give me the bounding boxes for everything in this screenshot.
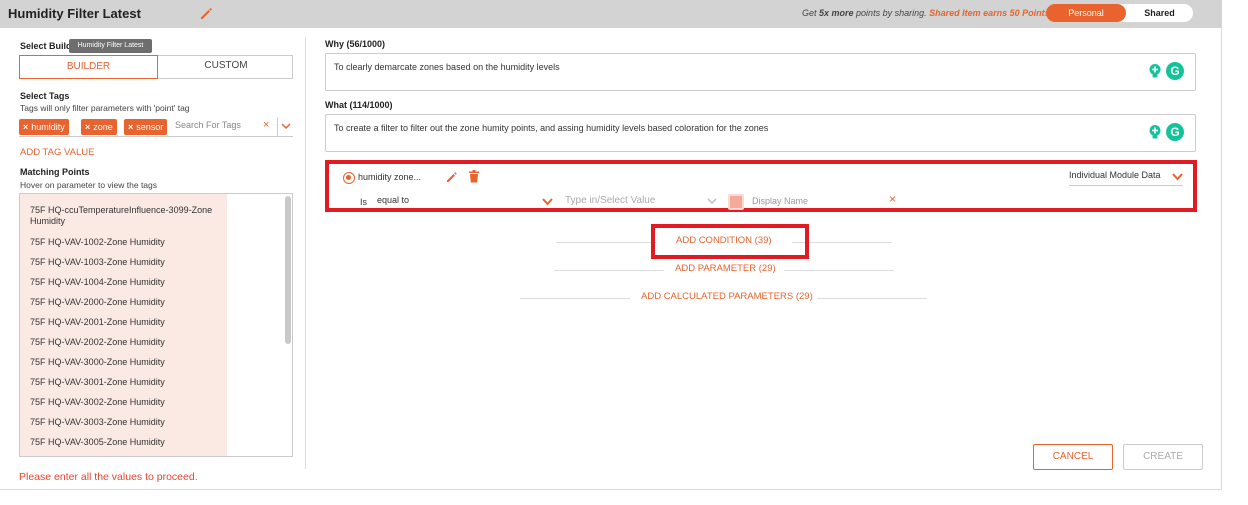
builder-button[interactable]: BUILDER [19, 55, 158, 79]
list-item: 75F HQ-VAV-3002-Zone Humidity [30, 397, 165, 407]
condition-name: humidity zone... [358, 172, 422, 182]
chevron-down-icon [1172, 173, 1183, 181]
title-tooltip: Humidity Filter Latest [69, 39, 152, 53]
tag-chip-zone[interactable]: × zone [81, 119, 117, 135]
grammarly-widget: G [1147, 61, 1187, 81]
edit-title-pencil-icon[interactable] [198, 5, 214, 21]
chevron-down-icon [707, 198, 717, 205]
grammarly-widget: G [1147, 122, 1187, 142]
list-item: 75F HQ-VAV-3001-Zone Humidity [30, 377, 165, 387]
add-parameter-link[interactable]: ADD PARAMETER (29) [675, 263, 776, 274]
points-list-body: 75F HQ-ccuTemperatureInfluence-3099-Zone… [20, 194, 227, 456]
list-item: 75F HQ-VAV-3000-Zone Humidity [30, 357, 165, 367]
grammarly-icon[interactable]: G [1166, 123, 1184, 141]
clear-tags-icon[interactable]: × [263, 119, 269, 131]
operator-select[interactable]: equal to [377, 195, 553, 209]
divider-line [784, 270, 894, 271]
page-title: Humidity Filter Latest [8, 6, 141, 21]
visibility-toggle: Personal Shared [1046, 4, 1193, 22]
condition-radio[interactable] [343, 172, 355, 184]
share-promo-text: Get 5x more points by sharing. Shared It… [802, 8, 1053, 18]
add-calculated-parameters-link[interactable]: ADD CALCULATED PARAMETERS (29) [641, 291, 813, 302]
color-swatch[interactable] [728, 194, 744, 210]
list-item: 75F HQ-VAV-3003-Zone Humidity [30, 417, 165, 427]
create-button[interactable]: CREATE [1123, 444, 1203, 470]
matching-points-list: 75F HQ-ccuTemperatureInfluence-3099-Zone… [19, 193, 293, 457]
list-item: 75F HQ-VAV-1004-Zone Humidity [30, 277, 165, 287]
chevron-down-icon [542, 198, 553, 206]
operator-value: equal to [377, 195, 410, 205]
add-condition-highlight [651, 224, 809, 259]
tag-search-input[interactable]: Search For Tags [175, 120, 241, 130]
display-name-input[interactable]: Display Name [752, 196, 882, 208]
what-textarea[interactable]: To create a filter to filter out the zon… [325, 114, 1196, 152]
list-item: 75F HQ-VAV-3005-Zone Humidity [30, 437, 165, 447]
delete-condition-trash-icon[interactable] [468, 170, 480, 183]
lightbulb-icon[interactable] [1147, 63, 1163, 79]
custom-button[interactable]: CUSTOM [158, 55, 294, 79]
panel-divider [305, 37, 306, 469]
list-item: 75F HQ-VAV-1002-Zone Humidity [30, 237, 165, 247]
header-bar: Humidity Filter Latest Get 5x more point… [0, 0, 1222, 28]
list-item: 75F HQ-ccuTemperatureInfluence-3099-Zone… [30, 205, 213, 226]
what-label: What (114/1000) [325, 100, 393, 110]
lightbulb-icon[interactable] [1147, 124, 1163, 140]
remove-tag-icon[interactable]: × [23, 122, 28, 132]
list-item: 75F HQ-VAV-2002-Zone Humidity [30, 337, 165, 347]
grammarly-icon[interactable]: G [1166, 62, 1184, 80]
tag-chip-sensor[interactable]: × sensor [124, 119, 168, 135]
validation-error: Please enter all the values to proceed. [19, 471, 198, 483]
matching-points-label: Matching Points [20, 167, 90, 177]
condition-card: humidity zone... Individual Module Data … [325, 160, 1197, 212]
divider-line [556, 242, 656, 243]
module-data-select[interactable]: Individual Module Data [1069, 170, 1183, 186]
is-label: Is [360, 197, 368, 207]
tag-dropdown-chevron-icon[interactable] [281, 121, 291, 131]
why-text: To clearly demarcate zones based on the … [334, 62, 560, 72]
points-scrollbar[interactable] [285, 196, 291, 344]
why-textarea[interactable]: To clearly demarcate zones based on the … [325, 53, 1196, 91]
tag-chip-humidity[interactable]: × humidity [19, 119, 69, 135]
tags-hint: Tags will only filter parameters with 'p… [20, 103, 190, 113]
divider-line [554, 270, 664, 271]
remove-tag-icon[interactable]: × [85, 122, 90, 132]
toggle-shared[interactable]: Shared [1126, 4, 1193, 22]
select-tags-label: Select Tags [20, 91, 70, 101]
select-build-label: Select Build [20, 41, 72, 51]
list-item: 75F HQ-VAV-2001-Zone Humidity [30, 317, 165, 327]
edit-condition-pencil-icon[interactable] [446, 171, 458, 183]
tag-selector: × humidity × zone × sensor Search For Tags … [19, 117, 293, 137]
tag-divider [277, 117, 278, 137]
add-parameter-row: ADD PARAMETER (29) [554, 263, 894, 277]
why-label: Why (56/1000) [325, 39, 386, 49]
toggle-personal[interactable]: Personal [1046, 4, 1126, 22]
what-text: To create a filter to filter out the zon… [334, 123, 769, 133]
remove-tag-icon[interactable]: × [128, 122, 133, 132]
add-tag-value-link[interactable]: ADD TAG VALUE [20, 147, 94, 158]
add-calculated-row: ADD CALCULATED PARAMETERS (29) [520, 291, 927, 305]
build-mode-selector: BUILDER CUSTOM [19, 55, 293, 79]
list-item: 75F HQ-VAV-2000-Zone Humidity [30, 297, 165, 307]
remove-condition-icon[interactable]: × [889, 192, 896, 206]
matching-points-hint: Hover on parameter to view the tags [20, 180, 158, 190]
cancel-button[interactable]: CANCEL [1033, 444, 1113, 470]
module-data-value: Individual Module Data [1069, 170, 1161, 180]
value-placeholder: Type in/Select Value [565, 195, 656, 206]
list-item: 75F HQ-VAV-1003-Zone Humidity [30, 257, 165, 267]
value-select[interactable]: Type in/Select Value [565, 195, 717, 209]
divider-line [520, 298, 630, 299]
divider-line [817, 298, 927, 299]
